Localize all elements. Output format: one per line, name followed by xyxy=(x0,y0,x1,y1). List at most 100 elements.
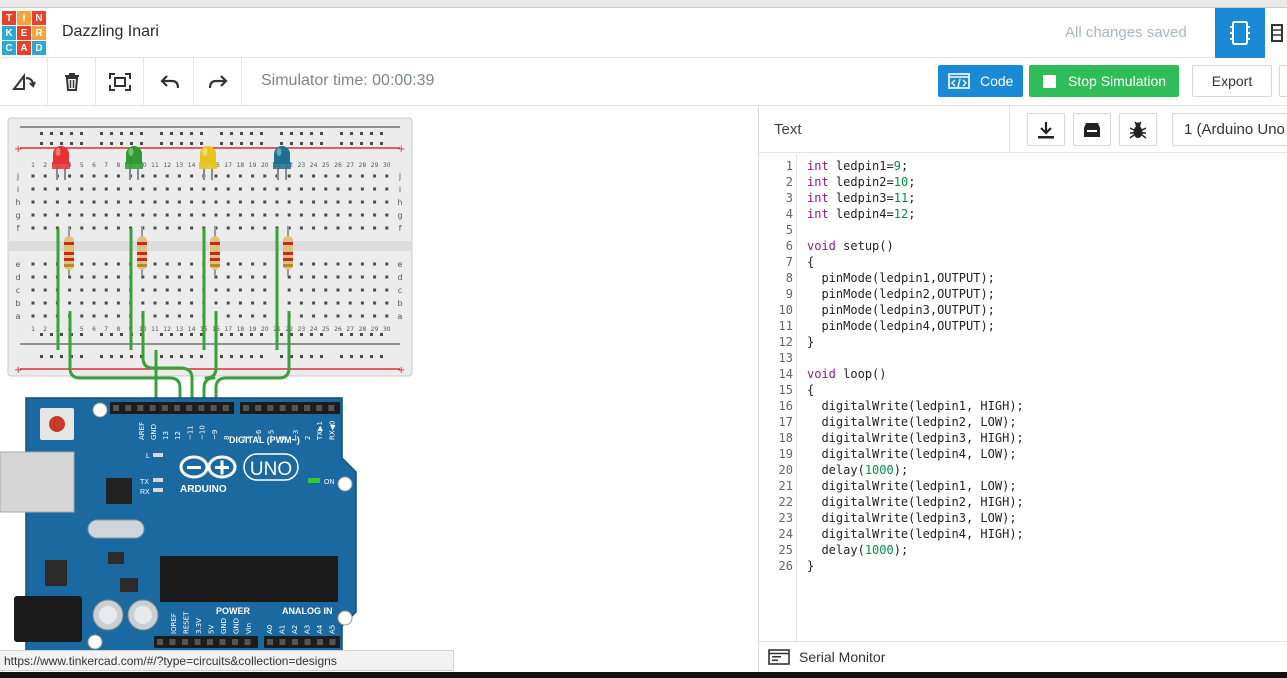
line-number: 9 xyxy=(785,287,793,301)
code-line[interactable]: void setup() xyxy=(807,238,894,254)
column-number: 5 xyxy=(80,326,84,333)
logo-tile: N xyxy=(32,11,46,25)
rotate-button[interactable] xyxy=(0,58,48,105)
os-taskbar xyxy=(0,672,1287,678)
pin-label: 5V xyxy=(208,625,216,634)
debugger-button[interactable] xyxy=(1119,113,1157,146)
code-line[interactable]: int ledpin1=9; xyxy=(807,158,908,174)
column-number: 24 xyxy=(310,326,318,333)
code-line[interactable]: digitalWrite(ledpin3, LOW); xyxy=(807,510,1016,526)
line-number: 14 xyxy=(778,367,793,381)
libraries-button[interactable] xyxy=(1073,113,1111,146)
circuit-drawing[interactable]: + + + + jjiihhggffeeddccbbaa112233445566… xyxy=(0,106,758,672)
pin-label: A2 xyxy=(291,625,299,634)
pin-label: 4 xyxy=(280,435,288,440)
code-line[interactable]: pinMode(ledpin4,OUTPUT); xyxy=(807,318,994,334)
code-line[interactable]: void loop() xyxy=(807,366,887,382)
code-line[interactable]: digitalWrite(ledpin3, HIGH); xyxy=(807,430,1023,446)
code-line[interactable]: int ledpin2=10; xyxy=(807,174,915,190)
tx-label: TX xyxy=(140,479,149,486)
board-name-label: UNO xyxy=(250,459,292,480)
undo-button[interactable] xyxy=(146,58,194,105)
code-line[interactable]: delay(1000); xyxy=(807,542,908,558)
code-line[interactable]: digitalWrite(ledpin4, HIGH); xyxy=(807,526,1023,542)
column-number: 29 xyxy=(371,162,379,169)
column-number: 23 xyxy=(298,162,306,169)
pin-label: GND xyxy=(220,618,228,634)
digital-pwm-label: DIGITAL (PWM~) xyxy=(229,435,300,445)
line-number: 17 xyxy=(778,415,793,429)
column-number: 17 xyxy=(224,326,232,333)
delete-button[interactable] xyxy=(48,58,96,105)
column-number: 2 xyxy=(43,162,47,169)
column-number: 17 xyxy=(224,162,232,169)
column-number: 24 xyxy=(310,162,318,169)
line-number: 25 xyxy=(778,543,793,557)
arduino-uno-board[interactable]: UNO ARDUINO DIGITAL (PWM~) POWER ANALOG … xyxy=(0,397,357,653)
code-line[interactable]: digitalWrite(ledpin1, HIGH); xyxy=(807,398,1023,414)
column-number: 8 xyxy=(116,162,120,169)
trash-icon xyxy=(64,72,79,91)
pin-label: GND xyxy=(150,424,158,440)
line-number: 8 xyxy=(785,271,793,285)
column-number: 29 xyxy=(371,326,379,333)
line-number: 23 xyxy=(778,511,793,525)
circuit-canvas[interactable]: + + + + jjiihhggffeeddccbbaa112233445566… xyxy=(0,106,758,672)
code-line[interactable]: } xyxy=(807,334,814,350)
undo-icon xyxy=(159,74,179,88)
code-editor[interactable]: 1 int ledpin1=9; 2 int ledpin2=10; 3 int ledp… xyxy=(759,154,1287,641)
design-title[interactable]: Dazzling Inari xyxy=(62,23,159,41)
export-button[interactable]: Export xyxy=(1192,65,1272,97)
code-line[interactable]: { xyxy=(807,382,814,398)
column-number: 19 xyxy=(249,162,257,169)
row-label: i xyxy=(17,185,19,194)
bug-icon xyxy=(1129,121,1147,139)
line-number: 21 xyxy=(778,479,793,493)
column-number: 7 xyxy=(104,162,108,169)
schematic-view-button[interactable] xyxy=(1265,8,1287,58)
code-line[interactable]: pinMode(ledpin1,OUTPUT); xyxy=(807,270,994,286)
code-line[interactable]: digitalWrite(ledpin4, LOW); xyxy=(807,446,1016,462)
stop-simulation-button[interactable]: Stop Simulation xyxy=(1029,65,1179,97)
tinkercad-logo[interactable]: TIN KER CAD xyxy=(2,11,46,55)
pin-label: 7 xyxy=(243,436,251,440)
code-line[interactable]: pinMode(ledpin2,OUTPUT); xyxy=(807,286,994,302)
download-code-button[interactable] xyxy=(1027,113,1065,146)
pin-label: GND xyxy=(233,618,241,634)
code-line[interactable]: delay(1000); xyxy=(807,462,908,478)
line-number: 3 xyxy=(785,191,793,205)
schematic-icon xyxy=(1271,24,1283,42)
pin-label: AREF xyxy=(138,422,146,440)
share-button[interactable] xyxy=(1279,65,1287,97)
pin-label: A1 xyxy=(279,625,287,634)
redo-button[interactable] xyxy=(194,58,242,105)
logo-tile: E xyxy=(17,26,31,40)
code-line[interactable]: { xyxy=(807,254,814,270)
code-line[interactable]: int ledpin3=11; xyxy=(807,190,915,206)
row-label: g xyxy=(397,211,402,220)
board-select[interactable]: 1 (Arduino Uno xyxy=(1172,113,1287,146)
pin-label: ~10 xyxy=(199,425,207,440)
line-number: 1 xyxy=(785,159,793,173)
serial-monitor-button[interactable]: Serial Monitor xyxy=(759,641,1287,672)
code-line[interactable]: digitalWrite(ledpin1, LOW); xyxy=(807,478,1016,494)
code-line[interactable]: pinMode(ledpin3,OUTPUT); xyxy=(807,302,994,318)
column-number: 14 xyxy=(188,162,196,169)
code-button[interactable]: Code xyxy=(938,65,1023,97)
code-line[interactable]: int ledpin4=12; xyxy=(807,206,915,222)
code-line[interactable]: digitalWrite(ledpin2, HIGH); xyxy=(807,494,1023,510)
line-number: 5 xyxy=(785,223,793,237)
line-number: 13 xyxy=(778,351,793,365)
code-line[interactable]: } xyxy=(807,558,814,574)
code-mode-select[interactable]: Text xyxy=(774,121,802,138)
circuit-view-button[interactable] xyxy=(1215,8,1265,58)
row-label: h xyxy=(397,198,402,207)
column-number: 25 xyxy=(322,326,330,333)
tinkercad-window: TIN KER CAD Dazzling Inari All changes sav… xyxy=(0,0,1287,678)
pin-label: ~6 xyxy=(255,429,263,440)
logo-tile: A xyxy=(17,41,31,55)
column-number: 18 xyxy=(237,162,245,169)
code-line[interactable]: digitalWrite(ledpin2, LOW); xyxy=(807,414,1016,430)
status-bar-url: https://www.tinkercad.com/#/?type=circui… xyxy=(0,650,454,671)
zoom-to-fit-button[interactable] xyxy=(96,58,144,105)
